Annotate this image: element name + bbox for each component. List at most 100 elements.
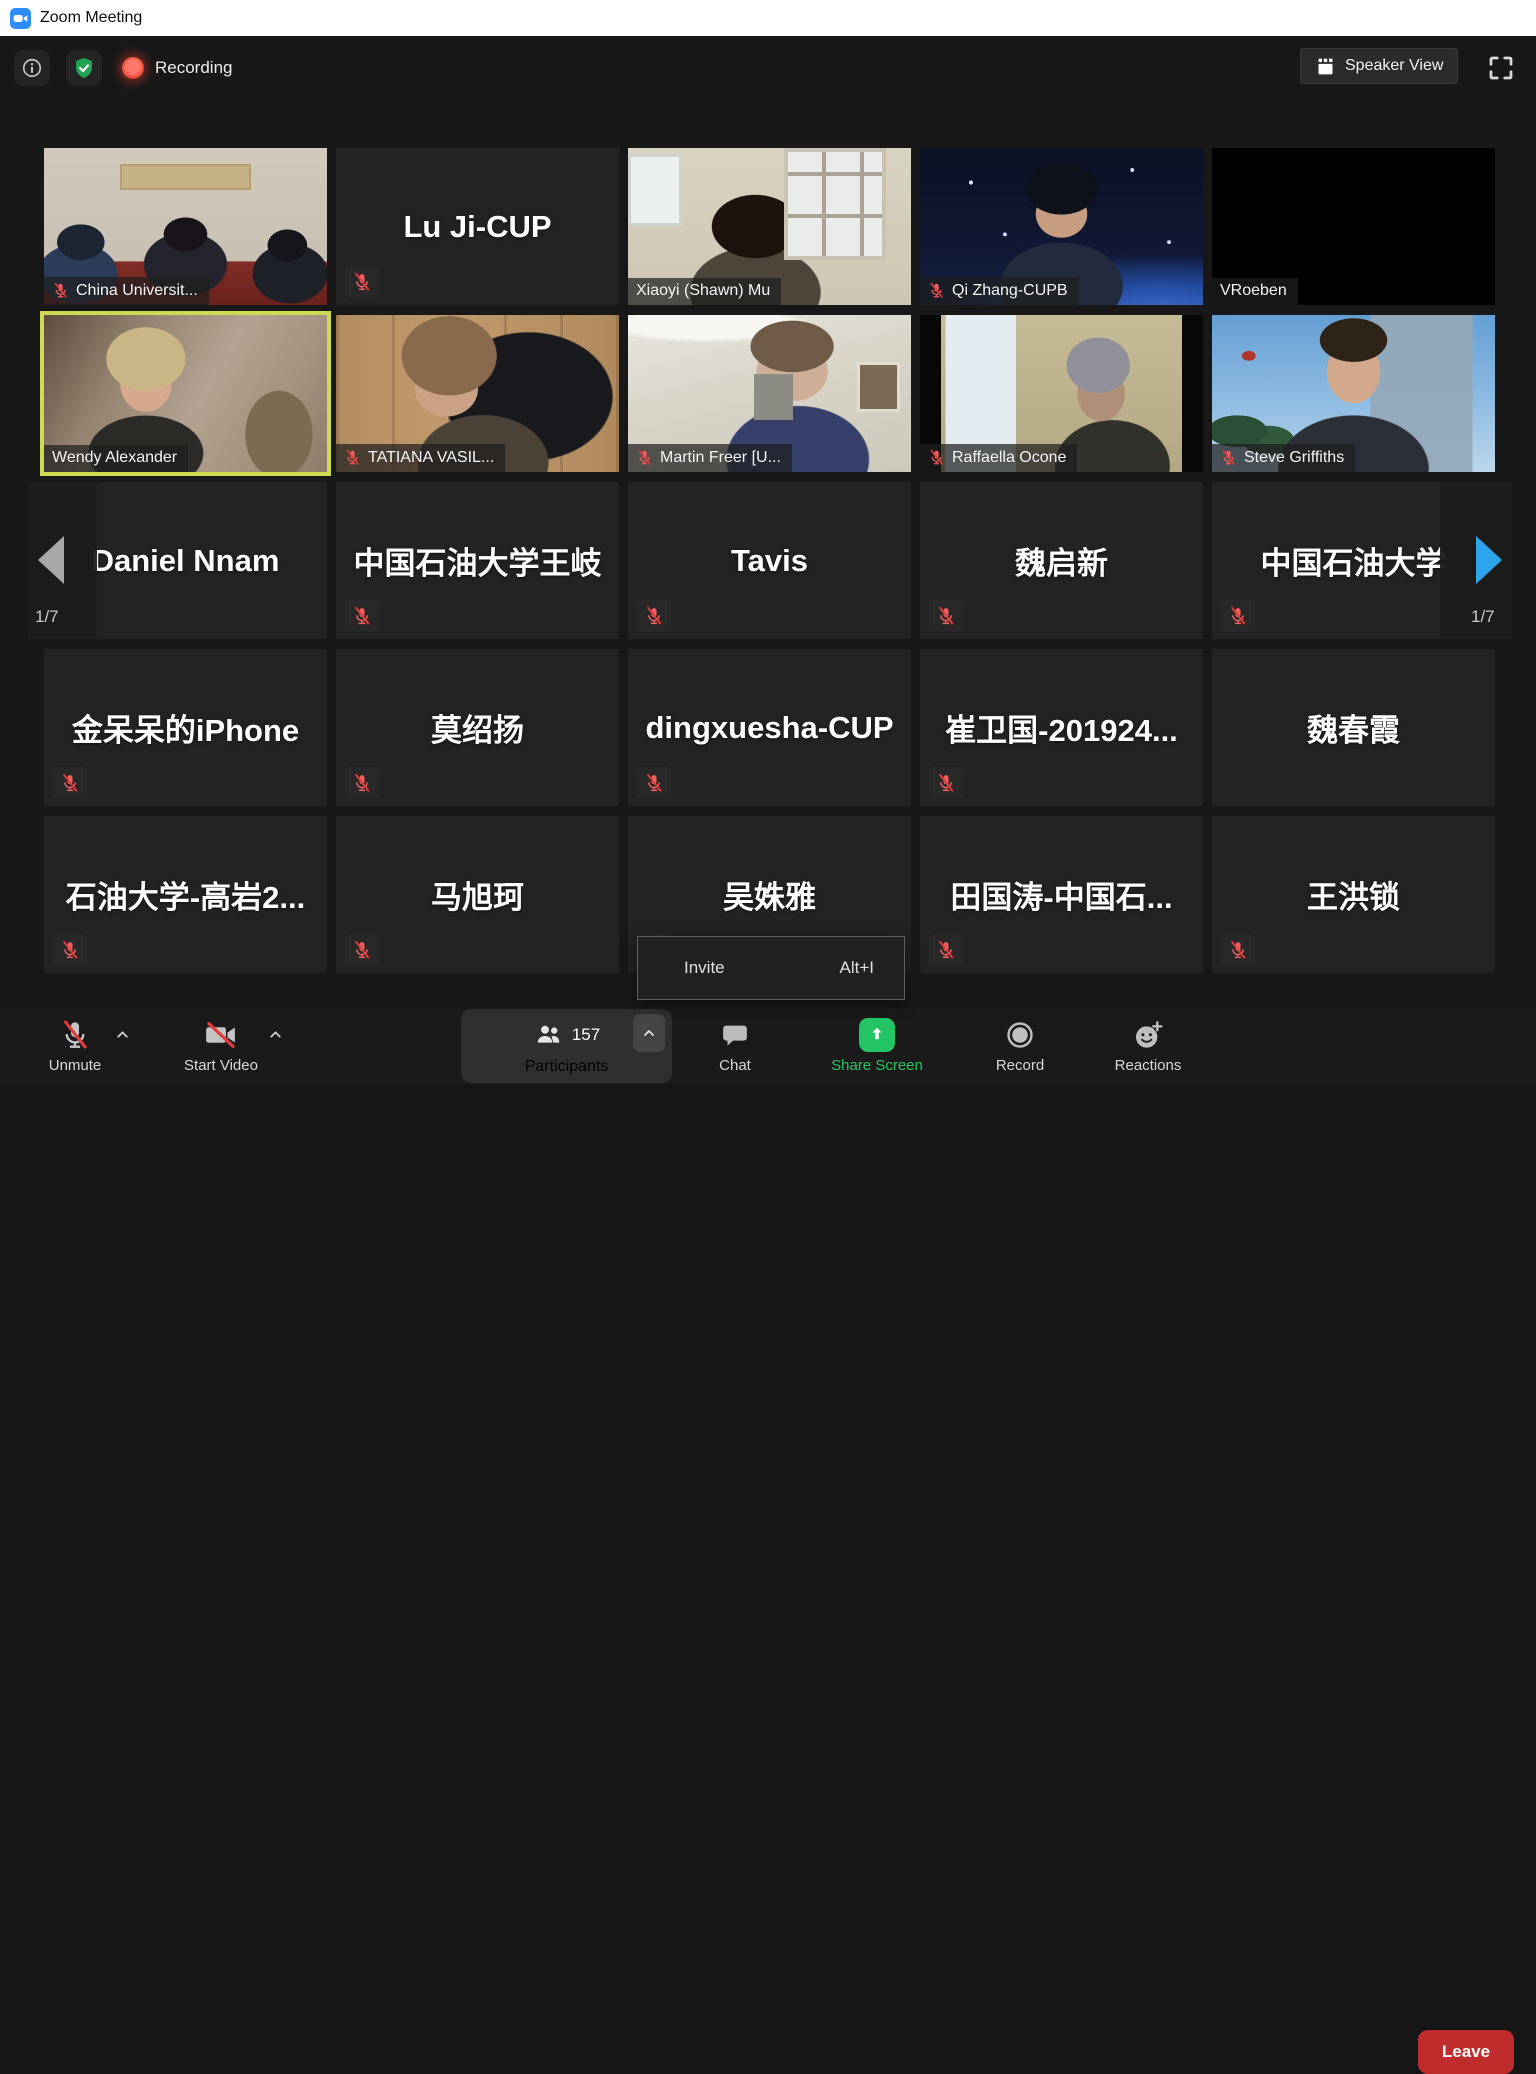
muted-mic-chip <box>345 266 379 298</box>
muted-mic-chip <box>1221 934 1255 966</box>
muted-mic-icon <box>936 939 956 961</box>
participant-tile[interactable]: Wendy Alexander <box>44 315 327 472</box>
participant-tile[interactable]: 魏启新 <box>920 482 1203 639</box>
unmute-label: Unmute <box>49 1058 102 1073</box>
reactions-smiley-icon <box>1132 1019 1164 1051</box>
muted-mic-chip <box>345 767 379 799</box>
share-screen-label: Share Screen <box>831 1058 923 1073</box>
participants-count: 157 <box>572 1025 600 1045</box>
participant-tile[interactable]: China Universit... <box>44 148 327 305</box>
record-button[interactable]: Record <box>970 1008 1070 1084</box>
participants-options-caret[interactable] <box>633 1014 665 1052</box>
participant-name: 魏春霞 <box>1212 649 1495 806</box>
participant-tile[interactable]: 中国石油大学王岐 <box>336 482 619 639</box>
next-page-arrow-icon[interactable] <box>1476 536 1502 584</box>
muted-mic-icon <box>344 448 361 467</box>
speaker-view-icon <box>1315 56 1336 77</box>
participant-tile[interactable]: Tavis <box>628 482 911 639</box>
zoom-meeting-window: Zoom Meeting Recording Speaker View Chin… <box>0 0 1536 1084</box>
meeting-info-button[interactable] <box>14 50 50 86</box>
participant-tile[interactable]: dingxuesha-CUP <box>628 649 911 806</box>
participant-name-label: Wendy Alexander <box>44 445 188 472</box>
recording-dot-icon <box>122 57 144 79</box>
encryption-status-button[interactable] <box>66 50 102 86</box>
window-title: Zoom Meeting <box>40 9 142 27</box>
gallery-grid: China Universit...Lu Ji-CUP Xiaoyi (Shaw… <box>44 148 1495 973</box>
participant-tile[interactable]: Steve Griffiths <box>1212 315 1495 472</box>
mic-muted-icon <box>59 1018 91 1052</box>
muted-mic-icon <box>936 605 956 627</box>
participant-name-label: Martin Freer [U... <box>628 444 792 472</box>
participants-label: Participants <box>525 1058 609 1076</box>
start-video-button[interactable]: Start Video <box>156 1008 286 1084</box>
reactions-button[interactable]: Reactions <box>1088 1008 1208 1084</box>
participant-tile[interactable]: Martin Freer [U... <box>628 315 911 472</box>
participant-tile[interactable]: VRoeben <box>1212 148 1495 305</box>
gallery-prev-page[interactable]: 1/7 <box>28 482 97 639</box>
participant-tile[interactable]: Qi Zhang-CUPB <box>920 148 1203 305</box>
video-options-caret[interactable] <box>267 1026 284 1043</box>
participant-name-label: Steve Griffiths <box>1212 444 1355 472</box>
muted-mic-icon <box>352 772 372 794</box>
invite-label: Invite <box>684 958 725 978</box>
muted-mic-icon <box>352 271 372 293</box>
muted-mic-icon <box>644 772 664 794</box>
muted-mic-chip <box>1221 600 1255 632</box>
participant-tile[interactable]: 马旭珂 <box>336 816 619 973</box>
muted-mic-chip <box>929 600 963 632</box>
chat-bubble-icon <box>720 1020 750 1050</box>
participant-tile[interactable]: 崔卫国-201924... <box>920 649 1203 806</box>
share-screen-button[interactable]: Share Screen <box>807 1008 947 1084</box>
participant-tile[interactable]: 莫绍扬 <box>336 649 619 806</box>
camera-off-icon <box>203 1018 239 1052</box>
muted-mic-icon <box>52 281 69 300</box>
start-video-label: Start Video <box>184 1058 258 1073</box>
muted-mic-chip <box>637 600 671 632</box>
participant-tile[interactable]: 田国涛-中国石... <box>920 816 1203 973</box>
audio-options-caret[interactable] <box>114 1026 131 1043</box>
participant-tile[interactable]: 石油大学-高岩2... <box>44 816 327 973</box>
chat-button[interactable]: Chat <box>685 1008 785 1084</box>
prev-page-arrow-icon[interactable] <box>38 536 64 584</box>
share-screen-icon <box>859 1018 895 1052</box>
window-titlebar: Zoom Meeting <box>0 0 1536 36</box>
leave-button[interactable]: Leave <box>1418 2030 1514 2074</box>
participant-name-label: Qi Zhang-CUPB <box>920 277 1079 305</box>
participants-button[interactable]: 157 Participants <box>461 1009 672 1083</box>
meeting-toolbar: Unmute Start Video <box>0 1008 1536 1084</box>
participant-name-label: VRoeben <box>1212 278 1298 305</box>
recording-label: Recording <box>155 58 233 78</box>
page-indicator: 1/7 <box>35 607 59 627</box>
participant-name-label: Raffaella Ocone <box>920 444 1077 472</box>
participant-tile[interactable]: Raffaella Ocone <box>920 315 1203 472</box>
participant-name-label: Xiaoyi (Shawn) Mu <box>628 278 781 305</box>
muted-mic-chip <box>53 767 87 799</box>
participant-tile[interactable]: 魏春霞 <box>1212 649 1495 806</box>
speaker-view-button[interactable]: Speaker View <box>1300 48 1458 84</box>
page-indicator: 1/7 <box>1471 607 1495 627</box>
participant-tile[interactable]: 王洪锁 <box>1212 816 1495 973</box>
muted-mic-icon <box>644 605 664 627</box>
participant-tile[interactable]: 金呆呆的iPhone <box>44 649 327 806</box>
unmute-button[interactable]: Unmute <box>15 1008 135 1084</box>
fullscreen-icon[interactable] <box>1486 53 1516 83</box>
muted-mic-icon <box>352 939 372 961</box>
invite-menu-item[interactable]: Invite Alt+I <box>637 936 905 1000</box>
muted-mic-chip <box>345 600 379 632</box>
invite-shortcut: Alt+I <box>840 958 875 978</box>
info-icon <box>21 57 43 79</box>
participant-name-label: TATIANA VASIL... <box>336 444 505 472</box>
record-icon <box>1004 1019 1036 1051</box>
participant-tile[interactable]: Lu Ji-CUP <box>336 148 619 305</box>
participant-tile[interactable]: Xiaoyi (Shawn) Mu <box>628 148 911 305</box>
muted-mic-chip <box>637 767 671 799</box>
muted-mic-icon <box>936 772 956 794</box>
muted-mic-icon <box>352 605 372 627</box>
muted-mic-chip <box>929 767 963 799</box>
muted-mic-icon <box>928 448 945 467</box>
muted-mic-icon <box>1228 605 1248 627</box>
gallery-next-page[interactable]: 1/7 <box>1440 482 1512 639</box>
muted-mic-icon <box>636 448 653 467</box>
muted-mic-icon <box>928 281 945 300</box>
participant-tile[interactable]: TATIANA VASIL... <box>336 315 619 472</box>
